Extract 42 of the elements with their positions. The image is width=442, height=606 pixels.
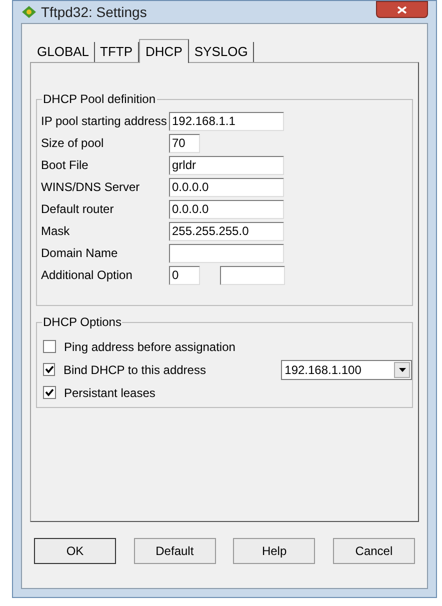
text-field[interactable]: 192.168.1.1	[169, 112, 284, 130]
dialog-button[interactable]: Help	[233, 538, 316, 564]
text-field[interactable]: 255.255.255.0	[169, 222, 284, 240]
field-label: IP pool starting address	[41, 113, 168, 130]
field-label: Size of pool	[41, 135, 105, 152]
field-label: Mask	[41, 223, 71, 240]
caret-icon	[398, 368, 406, 372]
check-icon	[44, 365, 54, 374]
group-title: DHCP Options	[42, 315, 122, 329]
close-icon	[397, 6, 407, 14]
dialog-button[interactable]: Default	[134, 538, 216, 564]
app-icon	[21, 5, 37, 19]
check-icon	[45, 388, 54, 397]
text-field[interactable]: 70	[169, 134, 200, 152]
dropdown-arrow-button[interactable]	[394, 362, 410, 378]
address-dropdown[interactable]: 192.168.1.100	[280, 360, 412, 380]
close-button[interactable]	[376, 1, 428, 18]
text-field[interactable]	[220, 266, 285, 284]
field-label: Additional Option	[41, 267, 134, 284]
checkbox-label: Bind DHCP to this address	[63, 362, 207, 378]
tab[interactable]: DHCP	[138, 39, 190, 63]
field-label: WINS/DNS Server	[41, 179, 141, 196]
text-field[interactable]: grldr	[169, 156, 284, 174]
text-field[interactable]	[169, 244, 284, 262]
tab[interactable]: SYSLOG	[189, 42, 254, 62]
dropdown-value: 192.168.1.100	[284, 362, 362, 378]
checkbox[interactable]	[43, 363, 56, 376]
field-label: Boot File	[41, 157, 90, 174]
checkbox[interactable]	[43, 340, 56, 353]
tab[interactable]: GLOBAL	[32, 42, 96, 62]
dialog-button[interactable]: Cancel	[332, 538, 415, 564]
dialog-button[interactable]: OK	[34, 538, 116, 564]
field-label: Domain Name	[41, 245, 119, 262]
text-field[interactable]: 0.0.0.0	[169, 178, 284, 196]
text-field[interactable]: 0	[169, 266, 200, 284]
window-title: Tftpd32: Settings	[41, 2, 147, 22]
checkbox-label: Persistant leases	[64, 384, 156, 402]
checkbox[interactable]	[43, 386, 56, 399]
group-title: DHCP Pool definition	[42, 92, 157, 106]
text-field[interactable]: 0.0.0.0	[169, 200, 284, 218]
field-label: Default router	[41, 201, 115, 218]
checkbox-label: Ping address before assignation	[64, 338, 236, 356]
